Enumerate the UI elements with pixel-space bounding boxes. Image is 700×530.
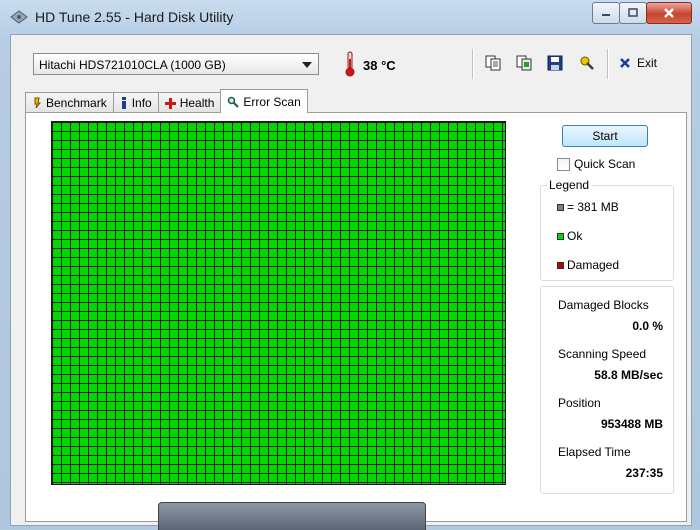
tab-error-scan[interactable]: Error Scan <box>220 89 308 113</box>
close-icon <box>664 8 674 18</box>
scan-block-grid <box>51 121 506 485</box>
minimize-button[interactable] <box>592 2 620 24</box>
tab-bar: Benchmark Info Health Error Scan <box>25 89 308 113</box>
position-label: Position <box>558 396 601 410</box>
options-icon[interactable] <box>579 55 595 71</box>
position-value: 953488 MB <box>600 417 663 431</box>
tab-label: Error Scan <box>243 94 301 109</box>
scan-blocks-ok <box>52 122 505 484</box>
toolbar: Hitachi HDS721010CLA (1000 GB) 38 °C Exi… <box>11 35 691 91</box>
error-scan-panel: Start Quick Scan Legend = 381 MB Ok Dama… <box>25 112 687 522</box>
app-icon <box>10 10 28 24</box>
elapsed-time-label: Elapsed Time <box>558 445 631 459</box>
scan-stats-box: Damaged Blocks 0.0 % Scanning Speed 58.8… <box>540 286 674 494</box>
app-window: HD Tune 2.55 - Hard Disk Utility Hitachi… <box>0 0 700 529</box>
legend-box: Legend = 381 MB Ok Damaged <box>540 178 674 281</box>
close-button[interactable] <box>646 2 692 24</box>
quick-scan-label: Quick Scan <box>574 157 636 171</box>
damaged-blocks-label: Damaged Blocks <box>558 298 649 312</box>
ok-swatch <box>557 232 564 240</box>
tab-label: Benchmark <box>46 96 107 110</box>
copy-screenshot-icon[interactable] <box>516 55 532 71</box>
tab-benchmark[interactable]: Benchmark <box>25 92 114 113</box>
legend-block-size: = 381 MB <box>557 200 619 214</box>
minimize-icon <box>602 14 610 16</box>
window-controls <box>592 2 692 24</box>
legend-block-size-label: = 381 MB <box>567 200 619 214</box>
scanning-speed-value: 58.8 MB/sec <box>594 368 663 382</box>
damaged-blocks-value: 0.0 % <box>632 319 663 333</box>
drive-select[interactable]: Hitachi HDS721010CLA (1000 GB) <box>33 53 319 75</box>
overlapping-window-fragment <box>158 502 426 530</box>
legend-title: Legend <box>547 178 592 192</box>
copy-text-icon[interactable] <box>485 55 501 71</box>
start-button[interactable]: Start <box>562 125 648 147</box>
quick-scan-option[interactable]: Quick Scan <box>557 157 635 171</box>
scanning-speed-label: Scanning Speed <box>558 347 647 361</box>
title-bar[interactable]: HD Tune 2.55 - Hard Disk Utility <box>0 0 700 34</box>
toolbar-separator <box>607 49 609 79</box>
legend-damaged: Damaged <box>557 258 619 272</box>
magnifier-icon <box>228 96 240 108</box>
thermometer-icon <box>345 51 355 77</box>
tab-health[interactable]: Health <box>157 92 222 113</box>
health-icon <box>164 97 176 109</box>
benchmark-icon <box>34 97 42 109</box>
window-title: HD Tune 2.55 - Hard Disk Utility <box>35 9 234 25</box>
drive-select-value: Hitachi HDS721010CLA (1000 GB) <box>39 58 226 72</box>
elapsed-time-value: 237:35 <box>625 466 663 480</box>
save-icon[interactable] <box>547 55 563 71</box>
quick-scan-checkbox[interactable] <box>557 157 570 171</box>
legend-ok: Ok <box>557 229 582 243</box>
maximize-button[interactable] <box>619 2 647 24</box>
tab-label: Health <box>179 96 215 110</box>
legend-damaged-label: Damaged <box>567 258 620 272</box>
toolbar-separator <box>472 49 474 79</box>
damaged-swatch <box>557 261 564 269</box>
chevron-down-icon <box>302 62 312 68</box>
block-swatch <box>557 203 564 211</box>
exit-icon <box>620 58 630 68</box>
main-client-area: Hitachi HDS721010CLA (1000 GB) 38 °C Exi… <box>10 34 692 526</box>
exit-button[interactable]: Exit <box>619 54 657 72</box>
info-icon <box>121 97 126 109</box>
legend-ok-label: Ok <box>567 229 583 243</box>
exit-label: Exit <box>637 56 658 70</box>
temperature-readout: 38 °C <box>363 58 396 73</box>
tab-info[interactable]: Info <box>112 92 159 113</box>
tab-label: Info <box>131 96 152 110</box>
maximize-icon <box>628 8 638 17</box>
